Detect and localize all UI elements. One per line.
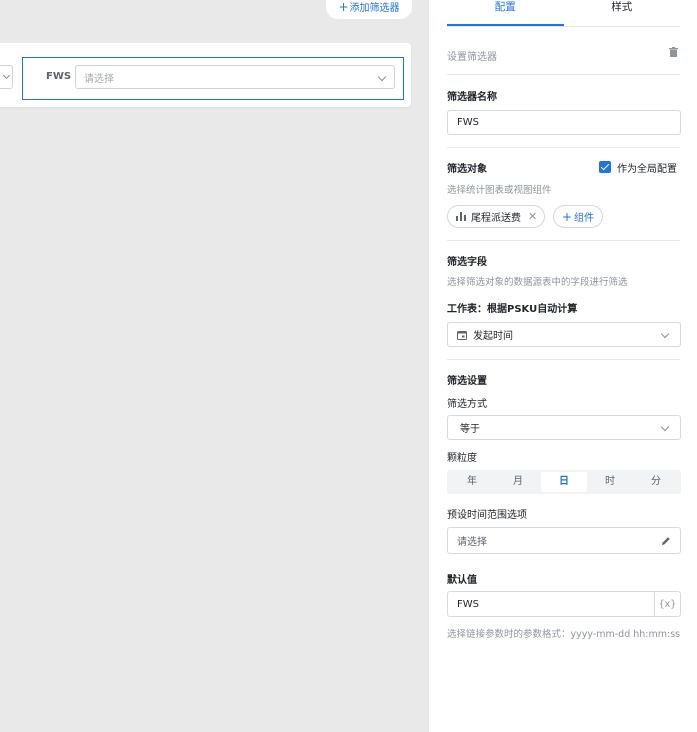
- default-value-title: 默认值: [447, 575, 477, 586]
- field-hint: 选择筛选对象的数据源表中的字段进行筛选: [447, 277, 628, 288]
- preset-range-label: 预设时间范围选项: [447, 510, 527, 521]
- panel-tabs: 配置 样式: [447, 0, 680, 27]
- chevron-down-icon: [2, 71, 11, 79]
- method-label: 筛选方式: [447, 399, 487, 410]
- tab-config[interactable]: 配置: [447, 0, 564, 26]
- preset-range-placeholder: 请选择: [457, 537, 487, 548]
- filter-item-placeholder: 请选择: [84, 73, 114, 85]
- add-component-label: 组件: [574, 213, 595, 224]
- filter-bar-card: FWS 请选择: [0, 43, 411, 107]
- divider: [447, 74, 680, 75]
- granularity-label: 颗粒度: [447, 453, 477, 464]
- plus-icon: +: [561, 209, 573, 224]
- name-section-title: 筛选器名称: [447, 92, 497, 103]
- default-value-input[interactable]: FWS: [447, 591, 655, 617]
- close-icon[interactable]: ✕: [528, 210, 537, 223]
- add-filter-button[interactable]: + 添加筛选器: [326, 0, 412, 19]
- granularity-day[interactable]: 日: [541, 472, 587, 492]
- bar-chart-icon: [456, 212, 466, 221]
- field-select[interactable]: 发起时间: [447, 322, 681, 347]
- chevron-down-icon: [660, 422, 670, 432]
- settings-header: 设置筛选器: [447, 52, 497, 63]
- field-section-title: 筛选字段: [447, 257, 487, 268]
- filter-name-value: FWS: [457, 117, 479, 128]
- method-value: 等于: [460, 424, 480, 435]
- method-select[interactable]: 等于: [447, 415, 681, 440]
- plus-icon: +: [338, 0, 349, 14]
- target-hint: 选择统计图表或视图组件: [447, 185, 552, 196]
- filter-item-fws[interactable]: FWS 请选择: [22, 57, 404, 100]
- granularity-month[interactable]: 月: [495, 472, 541, 492]
- granularity-segmented-control: 年 月 日 时 分: [447, 470, 681, 494]
- divider: [447, 240, 680, 241]
- divider: [447, 359, 680, 360]
- filter-name-input[interactable]: FWS: [447, 110, 681, 135]
- selected-field-label: 发起时间: [473, 331, 513, 342]
- filter-settings-panel: 配置 样式 设置筛选器 筛选器名称 FWS 筛选对象 作为全局配置 选择统计图表…: [429, 0, 697, 732]
- divider: [447, 147, 680, 148]
- chevron-down-icon: [660, 329, 670, 339]
- default-value-hint: 选择链接参数时的参数格式：yyyy-mm-dd hh:mm:ss: [447, 629, 681, 640]
- default-value: FWS: [457, 598, 479, 610]
- selected-object-label: 尾程派送费: [471, 213, 521, 224]
- granularity-hour[interactable]: 时: [587, 472, 633, 492]
- target-section-title: 筛选对象: [447, 164, 487, 175]
- chevron-down-icon: [377, 72, 387, 82]
- dashboard-canvas: + 添加筛选器 FWS 请选择: [0, 0, 429, 732]
- filter-item-label: FWS: [46, 71, 72, 82]
- previous-filter-select[interactable]: [0, 65, 13, 89]
- tab-style[interactable]: 样式: [564, 0, 681, 26]
- add-filter-label: 添加筛选器: [349, 3, 400, 14]
- calendar-icon: [457, 330, 467, 340]
- edit-pencil-icon[interactable]: [661, 536, 671, 546]
- variable-insert-button[interactable]: {x}: [654, 591, 681, 617]
- trash-icon[interactable]: [669, 47, 678, 57]
- preset-range-input[interactable]: 请选择: [447, 527, 681, 554]
- filter-settings-title: 筛选设置: [447, 376, 487, 387]
- add-component-button[interactable]: + 组件: [553, 205, 603, 228]
- selected-object-chip[interactable]: 尾程派送费 ✕: [447, 205, 545, 228]
- granularity-year[interactable]: 年: [449, 472, 495, 492]
- global-config-checkbox[interactable]: [599, 161, 611, 173]
- granularity-minute[interactable]: 分: [633, 472, 679, 492]
- worksheet-label: 工作表：根据PSKU自动计算: [447, 304, 578, 315]
- global-config-label[interactable]: 作为全局配置: [617, 160, 677, 175]
- filter-item-select[interactable]: 请选择: [75, 65, 395, 89]
